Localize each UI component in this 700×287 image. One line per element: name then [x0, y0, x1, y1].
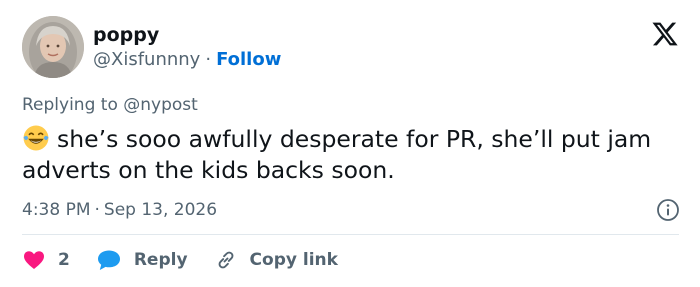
- like-count: 2: [58, 250, 70, 270]
- copy-link-button[interactable]: Copy link: [214, 248, 338, 272]
- link-icon: [218, 251, 233, 269]
- replying-to-prefix: Replying to: [22, 95, 118, 115]
- avatar-image: [22, 16, 84, 78]
- like-button[interactable]: 2: [22, 248, 70, 272]
- tweet-time: 4:38 PM: [22, 200, 91, 220]
- tweet-card: poppy @Xisfunnny · Follow Replying to @nyp…: [0, 0, 700, 287]
- reply-label: Reply: [133, 250, 188, 270]
- speech-bubble-icon: [97, 250, 120, 270]
- tweet-date: Sep 13, 2026: [103, 200, 218, 220]
- info-icon[interactable]: [656, 198, 680, 222]
- author-name[interactable]: poppy: [93, 24, 159, 46]
- divider: [22, 234, 679, 235]
- separator-dot: ·: [94, 200, 100, 220]
- replying-to-mention[interactable]: @nypost: [123, 95, 198, 115]
- author-handle[interactable]: @Xisfunnny: [93, 49, 200, 70]
- tweet-timestamp[interactable]: 4:38 PM · Sep 13, 2026: [22, 199, 217, 221]
- face-with-tears-of-joy-icon: [23, 125, 49, 151]
- copy-link-label: Copy link: [249, 250, 338, 270]
- tweet-text: she’s sooo awfully desperate for PR, she…: [22, 124, 682, 186]
- heart-icon: [24, 251, 44, 269]
- author-handle-row: @Xisfunnny · Follow: [93, 49, 281, 71]
- reply-button[interactable]: Reply: [96, 248, 188, 272]
- action-bar: 2 Reply Copy link: [22, 246, 364, 274]
- avatar[interactable]: [22, 16, 84, 78]
- follow-button[interactable]: Follow: [216, 49, 281, 70]
- separator-dot: ·: [205, 49, 212, 70]
- x-logo-icon[interactable]: [651, 20, 679, 48]
- tweet-text-content: she’s sooo awfully desperate for PR, she…: [22, 125, 652, 184]
- replying-to: Replying to @nypost: [22, 94, 198, 116]
